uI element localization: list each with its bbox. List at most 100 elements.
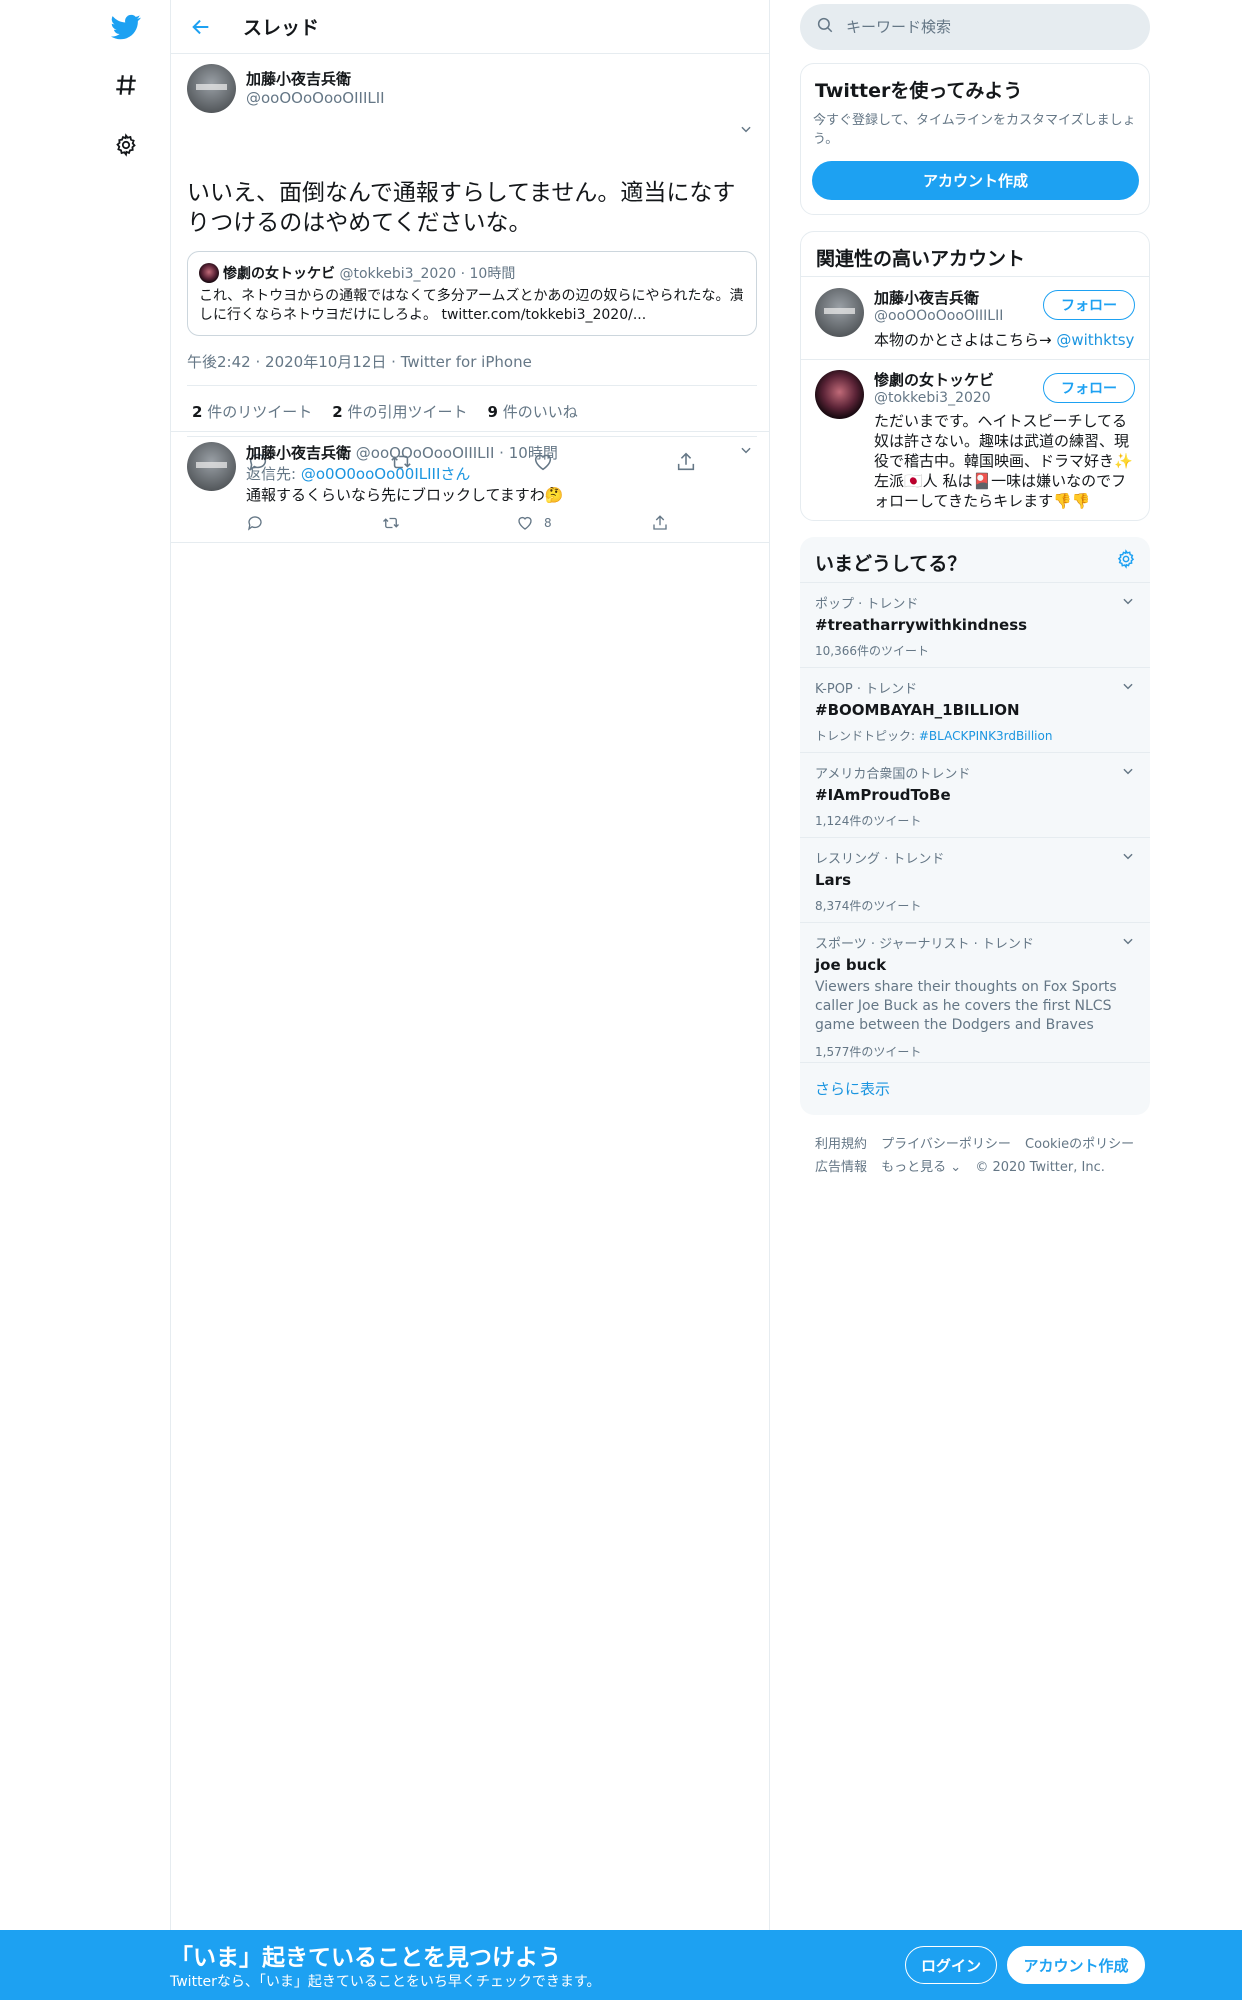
- reply-icon[interactable]: [246, 514, 264, 532]
- show-more-link[interactable]: さらに表示: [815, 1078, 890, 1099]
- trend-item[interactable]: ポップ · トレンド #treatharrywithkindness 10,36…: [800, 583, 1150, 668]
- bottom-bar-title: 「いま」起きていることを見つけよう: [170, 1945, 561, 1971]
- cookie-link[interactable]: Cookieのポリシー: [1025, 1137, 1134, 1152]
- signup-card: Twitterを使ってみよう 今すぐ登録して、タイムラインをカスタマイズしましょ…: [800, 63, 1150, 215]
- related-accounts-title: 関連性の高いアカウント: [801, 232, 1149, 277]
- avatar[interactable]: [187, 64, 236, 113]
- trend-category: ポップ · トレンド: [815, 597, 919, 612]
- chevron-down-icon[interactable]: [1121, 593, 1135, 612]
- create-account-button[interactable]: アカウント作成: [812, 161, 1139, 200]
- chevron-down-icon[interactable]: [1121, 678, 1135, 697]
- trend-category: スポーツ · ジャーナリスト · トレンド: [815, 937, 1034, 952]
- bio-text: 本物のかとさよはこちら→: [874, 331, 1057, 349]
- like-count: 8: [544, 516, 552, 530]
- quoted-tweet[interactable]: 惨劇の女トッケビ @tokkebi3_2020 · 10時間 これ、ネトウヨから…: [187, 251, 757, 336]
- related-account-item[interactable]: 加藤小夜吉兵衛 @ooOOoOooOIIILII 本物のかとさよはこちら→ @w…: [801, 277, 1149, 360]
- search-input[interactable]: [846, 18, 1126, 36]
- follow-button[interactable]: フォロー: [1043, 290, 1135, 320]
- tweet-author-handle[interactable]: @ooOOoOooOIIILII: [246, 89, 385, 107]
- trend-name: #BOOMBAYAH_1BILLION: [815, 701, 1020, 719]
- trend-count: 8,374件のツイート: [815, 899, 922, 913]
- bottom-signup-bar: 「いま」起きていることを見つけよう Twitterなら、「いま」起きていることを…: [0, 1930, 1242, 2000]
- account-handle[interactable]: @tokkebi3_2020: [874, 390, 991, 406]
- avatar[interactable]: [815, 288, 864, 337]
- share-icon[interactable]: [651, 514, 669, 532]
- chevron-down-icon[interactable]: [736, 440, 756, 460]
- footer-links: 利用規約 プライバシーポリシー Cookieのポリシー 広告情報 もっと見る ⌄…: [815, 1133, 1145, 1179]
- tweet-date[interactable]: 2020年10月12日: [265, 353, 386, 371]
- trend-item[interactable]: K-POP · トレンド #BOOMBAYAH_1BILLION トレンドトピッ…: [800, 668, 1150, 753]
- likes-stat[interactable]: 9 件のいいね: [487, 401, 577, 422]
- quotes-count: 2: [332, 402, 343, 421]
- account-name[interactable]: 惨劇の女トッケビ: [874, 369, 994, 390]
- hashtag-icon[interactable]: [107, 66, 145, 104]
- retweets-count: 2: [192, 402, 203, 421]
- quoted-tweet-header: 惨劇の女トッケビ @tokkebi3_2020 · 10時間: [223, 263, 515, 283]
- trend-item[interactable]: スポーツ · ジャーナリスト · トレンド joe buck Viewers s…: [800, 923, 1150, 1063]
- tweet-text: いいえ、面倒なんで通報すらしてません。適当になすりつけるのはやめてくださいな。: [187, 180, 736, 236]
- reply-author-handle[interactable]: @ooOOoOooOIIILII: [356, 444, 495, 462]
- tweet-source[interactable]: Twitter for iPhone: [401, 353, 532, 371]
- quoted-tweet-text: これ、ネトウヨからの通報ではなくて多分アームズとかあの辺の奴らにやられたな。潰し…: [199, 287, 747, 325]
- signup-title: Twitterを使ってみよう: [815, 80, 1023, 102]
- retweets-stat[interactable]: 2 件のリツイート: [192, 401, 312, 422]
- bio-link[interactable]: @withktsy: [1056, 331, 1134, 349]
- search-box[interactable]: [800, 4, 1150, 50]
- trend-name: #IAmProudToBe: [815, 786, 951, 804]
- trend-topic: トレンドトピック: #BLACKPINK3rdBillion: [815, 727, 1135, 744]
- dot-separator: ·: [460, 266, 466, 282]
- heart-icon: [518, 516, 532, 530]
- avatar[interactable]: [187, 442, 236, 491]
- reply-author-name[interactable]: 加藤小夜吉兵衛: [246, 444, 351, 462]
- main-tweet: 加藤小夜吉兵衛 @ooOOoOooOIIILII いいえ、面倒なんで通報すらして…: [171, 54, 769, 472]
- quoted-author-handle: @tokkebi3_2020: [339, 266, 457, 282]
- quoted-author-name: 惨劇の女トッケビ: [223, 266, 335, 282]
- thread-column: スレッド 加藤小夜吉兵衛 @ooOOoOooOIIILII いいえ、面倒なんで通…: [170, 0, 770, 1930]
- account-handle[interactable]: @ooOOoOooOIIILII: [874, 308, 1003, 324]
- tweet-time[interactable]: 午後2:42: [187, 353, 251, 371]
- avatar: [199, 263, 219, 283]
- trend-item[interactable]: レスリング · トレンド Lars 8,374件のツイート: [800, 838, 1150, 923]
- copyright: © 2020 Twitter, Inc.: [975, 1160, 1105, 1175]
- dot-separator: ·: [499, 444, 504, 462]
- terms-link[interactable]: 利用規約: [815, 1137, 867, 1152]
- signup-button[interactable]: アカウント作成: [1007, 1946, 1145, 1984]
- trend-count: 1,577件のツイート: [815, 1045, 922, 1059]
- trend-topic-link[interactable]: #BLACKPINK3rdBillion: [919, 729, 1053, 743]
- chevron-down-icon[interactable]: [1121, 933, 1135, 952]
- reply-tweet[interactable]: 加藤小夜吉兵衛 @ooOOoOooOIIILII · 10時間 返信先: @o0…: [171, 431, 769, 543]
- trend-item[interactable]: アメリカ合衆国のトレンド #IAmProudToBe 1,124件のツイート: [800, 753, 1150, 838]
- retweet-icon[interactable]: [381, 514, 401, 532]
- tweet-meta: 午後2:42 · 2020年10月12日 · Twitter for iPhon…: [187, 351, 532, 372]
- reply-to-handle[interactable]: @o0O0ooOo00ILIIIさん: [301, 465, 471, 483]
- chevron-down-icon[interactable]: [1121, 848, 1135, 867]
- ads-link[interactable]: 広告情報: [815, 1160, 867, 1175]
- twitter-bird-icon[interactable]: [107, 8, 145, 46]
- avatar[interactable]: [815, 370, 864, 419]
- tweet-author-name[interactable]: 加藤小夜吉兵衛: [246, 68, 351, 89]
- trend-category: アメリカ合衆国のトレンド: [815, 767, 971, 782]
- trends-card: いまどうしてる？ ポップ · トレンド #treatharrywithkindn…: [800, 537, 1150, 1115]
- more-link[interactable]: もっと見る ⌄: [881, 1160, 961, 1175]
- trend-description: Viewers share their thoughts on Fox Spor…: [815, 979, 1117, 1033]
- related-accounts-card: 関連性の高いアカウント 加藤小夜吉兵衛 @ooOOoOooOIIILII 本物の…: [800, 231, 1150, 521]
- reply-to-label: 返信先:: [246, 465, 297, 483]
- chevron-down-icon[interactable]: [736, 119, 756, 139]
- reply-time[interactable]: 10時間: [509, 444, 558, 462]
- login-button[interactable]: ログイン: [905, 1946, 997, 1984]
- gear-icon[interactable]: [107, 126, 145, 164]
- reply-to-line: 返信先: @o0O0ooOo00ILIIIさん: [246, 463, 470, 484]
- likes-label: 件のいいね: [502, 402, 578, 421]
- quotes-stat[interactable]: 2 件の引用ツイート: [332, 401, 467, 422]
- quoted-link[interactable]: twitter.com/tokkebi3_2020/...: [441, 307, 646, 323]
- left-nav: [0, 0, 170, 1930]
- related-account-item[interactable]: 惨劇の女トッケビ @tokkebi3_2020 ただいまです。ヘイトスピーチして…: [801, 361, 1149, 521]
- like-button[interactable]: 8: [516, 514, 552, 532]
- back-arrow-icon[interactable]: [171, 0, 231, 54]
- search-icon: [816, 16, 834, 38]
- chevron-down-icon[interactable]: [1121, 763, 1135, 782]
- gear-icon[interactable]: [1116, 549, 1136, 573]
- privacy-link[interactable]: プライバシーポリシー: [881, 1137, 1011, 1152]
- follow-button[interactable]: フォロー: [1043, 373, 1135, 403]
- account-name[interactable]: 加藤小夜吉兵衛: [874, 287, 979, 308]
